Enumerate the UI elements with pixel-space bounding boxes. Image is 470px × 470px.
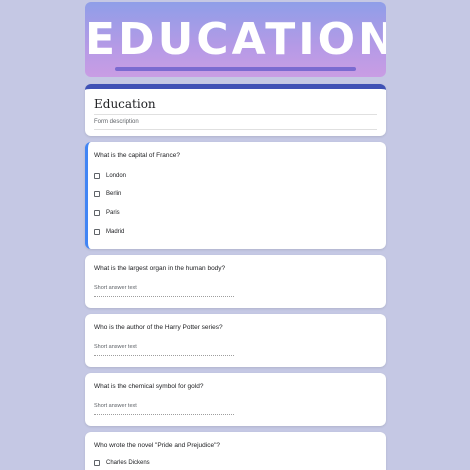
form-title[interactable]: Education [94,97,156,111]
checkbox-icon[interactable] [94,460,100,466]
short-answer-placeholder: Short answer text [94,285,137,291]
short-answer-underline [94,413,234,415]
option-label: Berlin [106,191,122,197]
option-row[interactable]: Charles Dickens [94,460,150,466]
short-answer-underline [94,295,234,297]
banner-illustration [115,67,356,71]
short-answer-placeholder: Short answer text [94,344,137,350]
short-answer-placeholder: Short answer text [94,403,137,409]
question-card[interactable]: Who wrote the novel "Pride and Prejudice… [85,432,386,470]
form-title-card: Education Form description [85,84,386,136]
option-label: Paris [106,210,120,216]
description-underline [94,129,377,130]
banner-title: EDUCATION [85,14,386,65]
question-title[interactable]: Who is the author of the Harry Potter se… [94,324,223,331]
option-row[interactable]: Berlin [94,191,121,197]
checkbox-icon[interactable] [94,191,100,197]
short-answer-field[interactable]: Short answer text [94,344,234,356]
question-card[interactable]: Who is the author of the Harry Potter se… [85,314,386,367]
checkbox-icon[interactable] [94,229,100,235]
option-row[interactable]: Madrid [94,229,124,235]
option-label: London [106,173,127,179]
checkbox-icon[interactable] [94,173,100,179]
title-underline [94,114,377,115]
option-row[interactable]: London [94,173,126,179]
question-title[interactable]: What is the capital of France? [94,152,180,159]
question-title[interactable]: What is the chemical symbol for gold? [94,383,203,390]
question-title[interactable]: What is the largest organ in the human b… [94,265,225,272]
question-card[interactable]: What is the capital of France? London Be… [85,142,386,249]
question-card[interactable]: What is the largest organ in the human b… [85,255,386,308]
header-banner: EDUCATION [85,2,386,77]
short-answer-underline [94,354,234,356]
option-row[interactable]: Paris [94,210,120,216]
form-description-field[interactable]: Form description [94,119,139,125]
checkbox-icon[interactable] [94,210,100,216]
short-answer-field[interactable]: Short answer text [94,285,234,297]
question-card[interactable]: What is the chemical symbol for gold? Sh… [85,373,386,426]
option-label: Madrid [106,229,125,235]
short-answer-field[interactable]: Short answer text [94,403,234,415]
option-label: Charles Dickens [106,460,150,466]
question-title[interactable]: Who wrote the novel "Pride and Prejudice… [94,442,220,449]
